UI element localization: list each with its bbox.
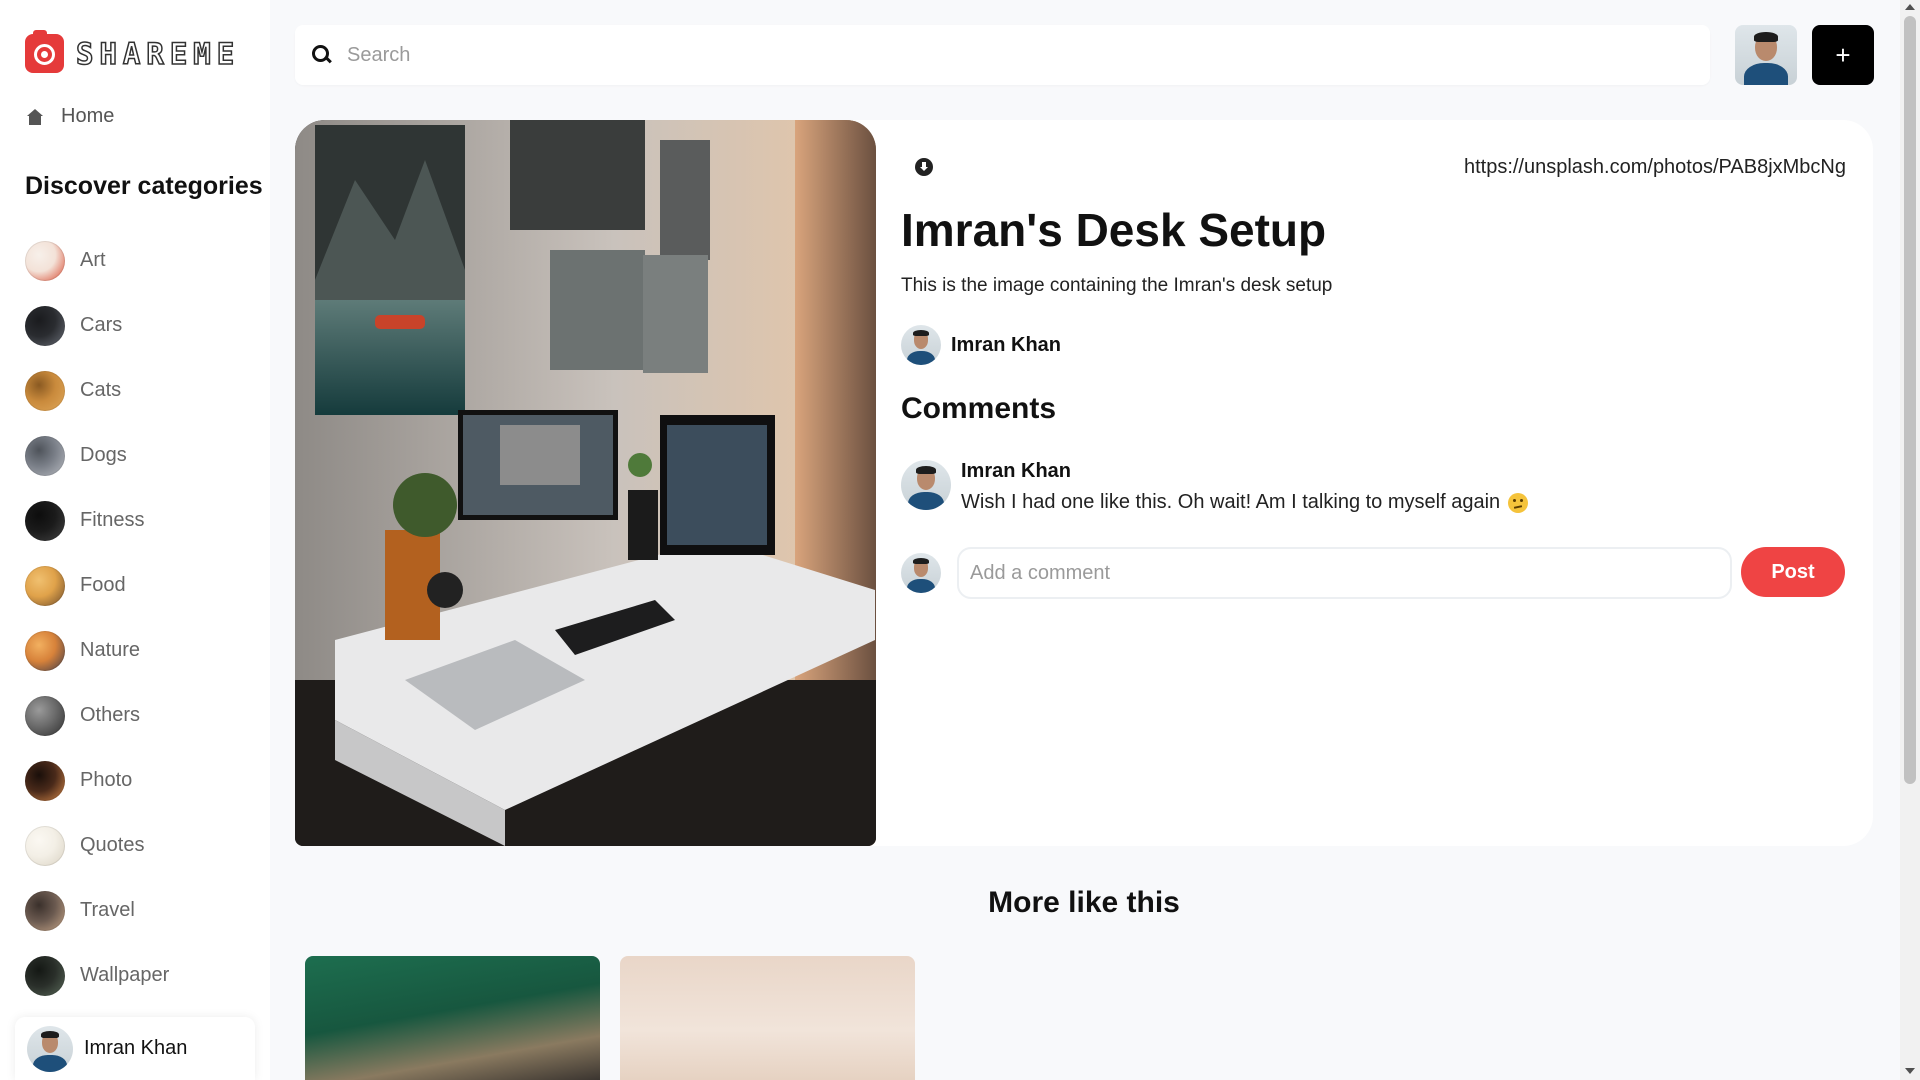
category-thumbnail	[25, 695, 65, 736]
user-avatar-button[interactable]	[1735, 25, 1797, 85]
comment-text-row: Wish I had one like this. Oh wait! Am I …	[961, 491, 1529, 514]
category-label: Others	[80, 704, 141, 726]
category-thumbnail	[25, 760, 65, 801]
search-icon	[312, 45, 332, 65]
category-list: Art Cars Cats Dogs Fitness Food Nature Others Ph…	[25, 228, 169, 1008]
download-icon[interactable]	[915, 158, 933, 176]
post-button[interactable]: Post	[1741, 547, 1845, 597]
pin-description: This is the image containing the Imran's…	[901, 275, 1333, 296]
sidebar-item-dogs[interactable]: Dogs	[25, 423, 169, 488]
comment-author: Imran Khan	[961, 460, 1072, 482]
avatar	[901, 553, 941, 593]
brand-name: SHAREME	[75, 36, 241, 72]
scroll-down-arrow-icon[interactable]	[1905, 1068, 1915, 1074]
category-thumbnail	[25, 565, 65, 606]
comment-body: Imran Khan Wish I had one like this. Oh …	[961, 460, 1529, 514]
avatar	[901, 325, 941, 365]
scrollbar-thumb[interactable]	[1904, 16, 1916, 784]
category-thumbnail	[25, 370, 65, 411]
sidebar-item-others[interactable]: Others	[25, 683, 169, 748]
sidebar-user-profile[interactable]: Imran Khan	[15, 1017, 255, 1080]
related-pin[interactable]	[305, 956, 600, 1080]
category-thumbnail	[25, 305, 65, 346]
pin-info: https://unsplash.com/photos/PAB8jxMbcNg …	[901, 120, 1846, 846]
pin-detail-card: https://unsplash.com/photos/PAB8jxMbcNg …	[295, 120, 1873, 846]
category-thumbnail	[25, 825, 65, 866]
avatar	[901, 460, 951, 510]
category-label: Wallpaper	[80, 964, 170, 986]
sidebar-item-quotes[interactable]: Quotes	[25, 813, 169, 878]
category-thumbnail	[25, 890, 65, 931]
sidebar-item-cars[interactable]: Cars	[25, 293, 169, 358]
pin-image	[295, 120, 876, 846]
category-label: Art	[80, 249, 106, 271]
comment-input[interactable]	[957, 547, 1732, 599]
discover-categories-title: Discover categories	[25, 172, 263, 200]
comment-text: Wish I had one like this. Oh wait! Am I …	[961, 491, 1501, 513]
author-name: Imran Khan	[951, 333, 1062, 356]
sidebar-item-fitness[interactable]: Fitness	[25, 488, 169, 553]
sidebar-item-wallpaper[interactable]: Wallpaper	[25, 943, 169, 1008]
category-label: Travel	[80, 899, 135, 921]
category-label: Photo	[80, 769, 133, 791]
sidebar: SHAREME Home Discover categories Art Cars…	[0, 0, 270, 1080]
create-pin-button[interactable]: +	[1812, 25, 1874, 85]
category-label: Cars	[80, 314, 123, 336]
related-pin[interactable]	[620, 956, 915, 1080]
category-thumbnail	[25, 955, 65, 996]
search-input[interactable]	[347, 43, 1647, 67]
category-thumbnail	[25, 500, 65, 541]
sidebar-item-photo[interactable]: Photo	[25, 748, 169, 813]
comment-item: Imran Khan Wish I had one like this. Oh …	[901, 460, 1529, 514]
more-like-this-title: More like this	[988, 886, 1180, 919]
category-label: Nature	[80, 639, 141, 661]
sidebar-item-home[interactable]: Home	[27, 105, 114, 128]
comments-title: Comments	[901, 392, 1057, 425]
confused-face-icon	[1508, 492, 1529, 513]
sidebar-item-cats[interactable]: Cats	[25, 358, 169, 423]
source-link[interactable]: https://unsplash.com/photos/PAB8jxMbcNg	[1464, 156, 1846, 179]
category-thumbnail	[25, 240, 65, 281]
logo[interactable]: SHAREME	[25, 30, 241, 73]
home-label: Home	[61, 105, 115, 127]
avatar	[27, 1025, 73, 1072]
sidebar-item-nature[interactable]: Nature	[25, 618, 169, 683]
desk-setup-photo	[295, 120, 876, 846]
category-label: Food	[80, 574, 126, 596]
home-icon	[27, 108, 43, 125]
pin-title: Imran's Desk Setup	[901, 204, 1327, 256]
pin-author[interactable]: Imran Khan	[901, 325, 1061, 365]
search-bar	[295, 25, 1710, 85]
user-name: Imran Khan	[84, 1037, 188, 1059]
category-label: Quotes	[80, 834, 145, 856]
sidebar-item-travel[interactable]: Travel	[25, 878, 169, 943]
sidebar-item-food[interactable]: Food	[25, 553, 169, 618]
category-thumbnail	[25, 435, 65, 476]
scroll-up-arrow-icon[interactable]	[1905, 4, 1915, 10]
sidebar-item-art[interactable]: Art	[25, 228, 169, 293]
camera-icon	[25, 30, 64, 73]
category-label: Dogs	[80, 444, 127, 466]
category-label: Fitness	[80, 509, 145, 531]
category-label: Cats	[80, 379, 122, 401]
category-thumbnail	[25, 630, 65, 671]
add-comment-row: Post	[901, 547, 1846, 599]
